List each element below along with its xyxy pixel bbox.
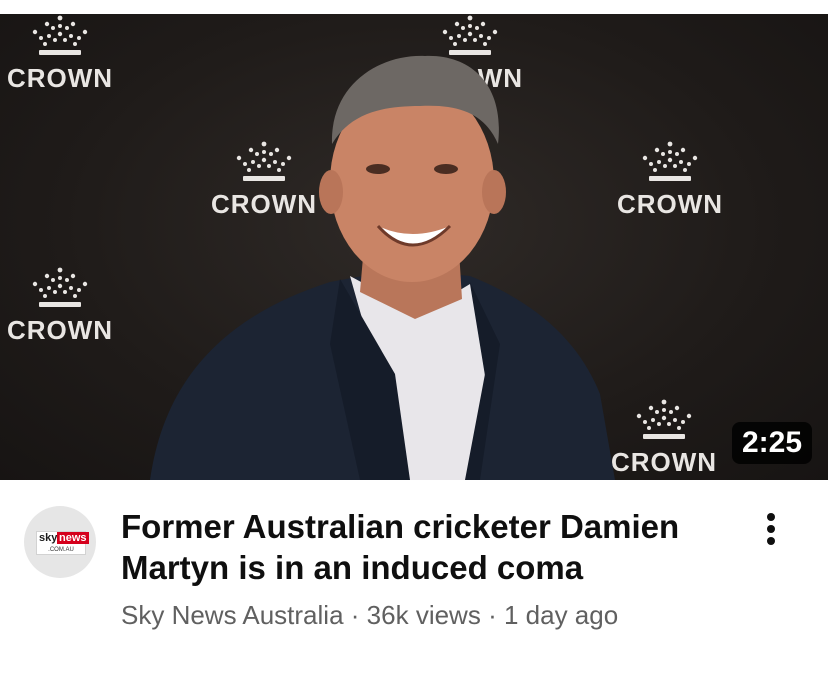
view-count: 36k views <box>366 600 481 630</box>
logo-domain-text: .COM.AU <box>48 547 74 553</box>
video-thumbnail[interactable]: CROWN CROWN CROWN CROWN CROWN 2:25 <box>0 14 828 480</box>
video-title[interactable]: Former Australian cricketer Damien Marty… <box>121 506 731 588</box>
logo-sky-text: sky <box>39 532 58 544</box>
upload-age: 1 day ago <box>503 600 619 630</box>
logo-news-text: news <box>57 532 89 544</box>
video-meta: sky news .COM.AU Former Australian crick… <box>0 480 828 673</box>
sky-news-logo: sky news .COM.AU <box>36 531 89 555</box>
channel-avatar[interactable]: sky news .COM.AU <box>24 506 96 578</box>
video-byline: Sky News Australia · 36k views · 1 day a… <box>121 600 618 631</box>
more-vert-icon[interactable] <box>756 510 786 550</box>
duration-badge: 2:25 <box>731 422 812 464</box>
presenter-figure <box>150 55 615 480</box>
separator: · <box>350 600 360 630</box>
separator: · <box>488 600 497 630</box>
top-strip <box>0 0 828 14</box>
channel-name[interactable]: Sky News Australia <box>121 600 344 630</box>
